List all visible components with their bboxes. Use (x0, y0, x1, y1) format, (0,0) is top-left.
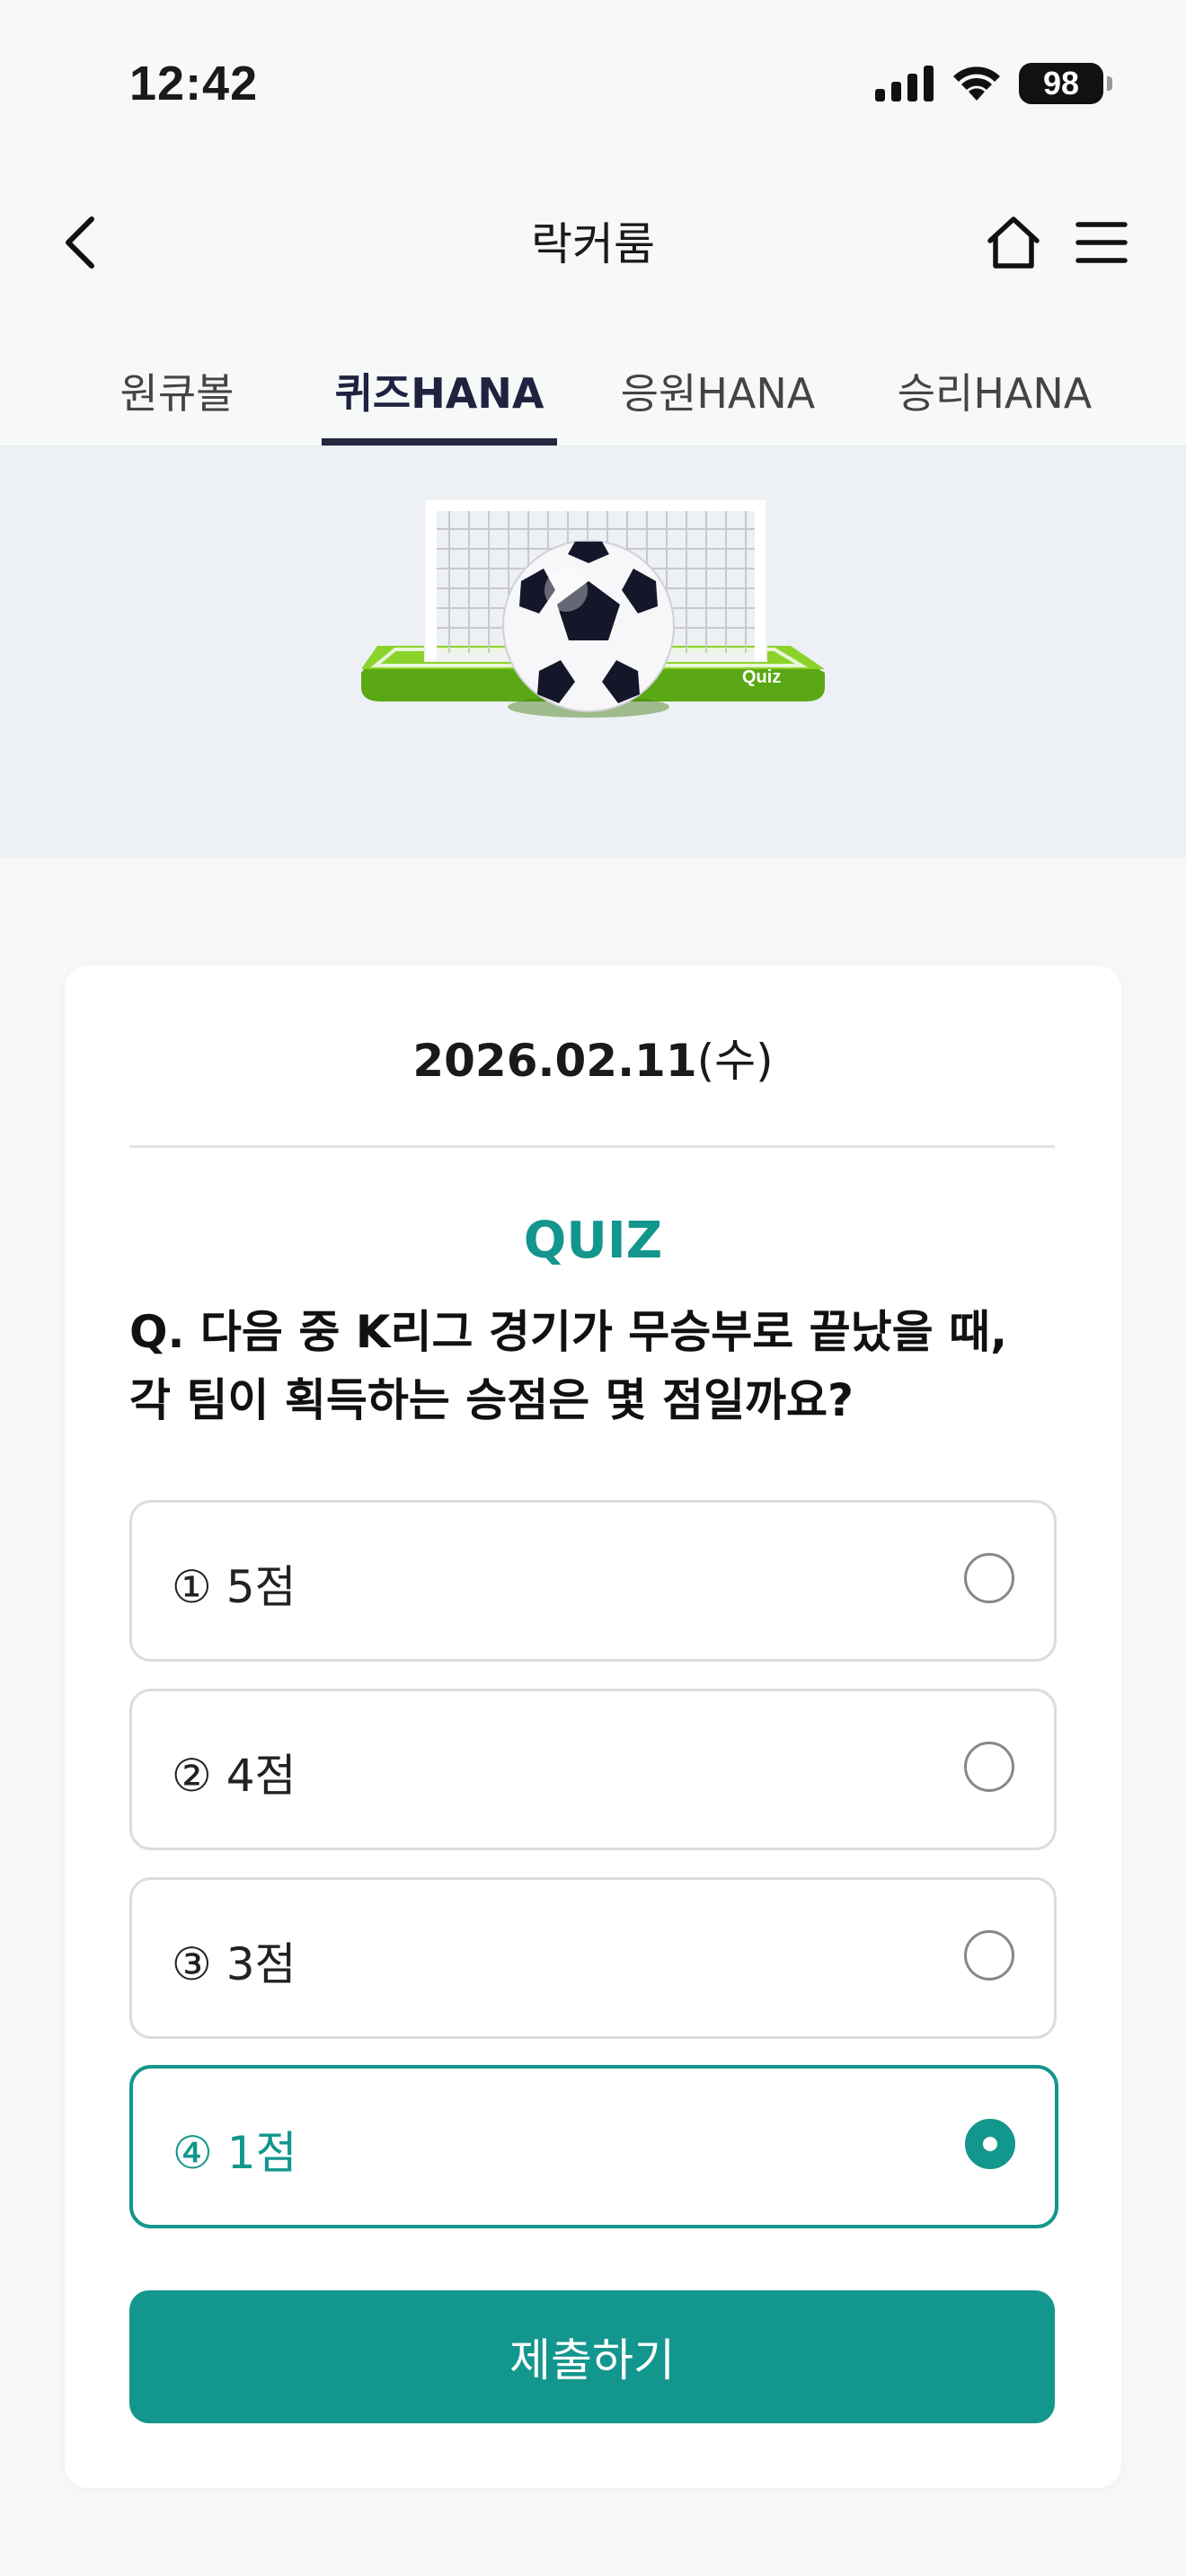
status-time: 12:42 (129, 57, 259, 110)
signal-icon (875, 66, 934, 101)
status-bar: 12:42 98 (0, 0, 1186, 171)
wifi-icon (953, 66, 1000, 101)
home-icon (987, 216, 1040, 269)
battery-icon: 98 (1019, 63, 1112, 104)
tab-cheer-hana[interactable]: 응원HANA (600, 361, 836, 420)
active-tab-indicator (322, 438, 557, 446)
quiz-question: Q. 다음 중 K리그 경기가 무승부로 끝났을 때, 각 팀이 획득하는 승점… (129, 1306, 1008, 1426)
hero-badge: Quiz (742, 667, 782, 687)
hero-banner: Quiz (0, 446, 1186, 858)
radio-button[interactable] (964, 1553, 1014, 1603)
divider (129, 1145, 1055, 1148)
menu-icon (1075, 222, 1128, 263)
tab-bar: 원큐볼 퀴즈HANA 응원HANA 승리HANA (0, 334, 1186, 447)
answer-option-label: ① 5점 (172, 1561, 296, 1613)
radio-button[interactable] (964, 1930, 1014, 1981)
quiz-date-value: 2026.02.11 (412, 1035, 697, 1087)
answer-option-3[interactable]: ③ 3점 (129, 1877, 1057, 2039)
status-icons: 98 (875, 63, 1112, 104)
tab-one-cue-ball[interactable]: 원큐볼 (83, 361, 271, 420)
answer-option-label: ④ 1점 (173, 2127, 297, 2179)
answer-option-label: ③ 3점 (172, 1938, 296, 1990)
soccer-goal-illustration (361, 498, 825, 718)
quiz-heading: QUIZ (523, 1212, 663, 1270)
nav-bar: 락커룸 (0, 171, 1186, 314)
quiz-day-of-week: (수) (696, 1035, 774, 1087)
menu-button[interactable] (1066, 207, 1137, 278)
answer-option-4[interactable]: ④ 1점 (129, 2065, 1058, 2228)
answer-option-1[interactable]: ① 5점 (129, 1500, 1057, 1662)
home-button[interactable] (978, 207, 1049, 278)
radio-button-selected[interactable] (965, 2119, 1015, 2169)
tab-quiz-hana[interactable]: 퀴즈HANA (322, 361, 557, 420)
quiz-card: 2026.02.11(수) QUIZ Q. 다음 중 K리그 경기가 무승부로 … (65, 966, 1121, 2488)
answer-option-2[interactable]: ② 4점 (129, 1689, 1057, 1850)
submit-button[interactable]: 제출하기 (129, 2290, 1055, 2423)
tab-victory-hana[interactable]: 승리HANA (877, 361, 1112, 420)
quiz-date: 2026.02.11(수) (65, 1025, 1121, 1090)
radio-button[interactable] (964, 1742, 1014, 1792)
answer-option-label: ② 4점 (172, 1750, 296, 1802)
